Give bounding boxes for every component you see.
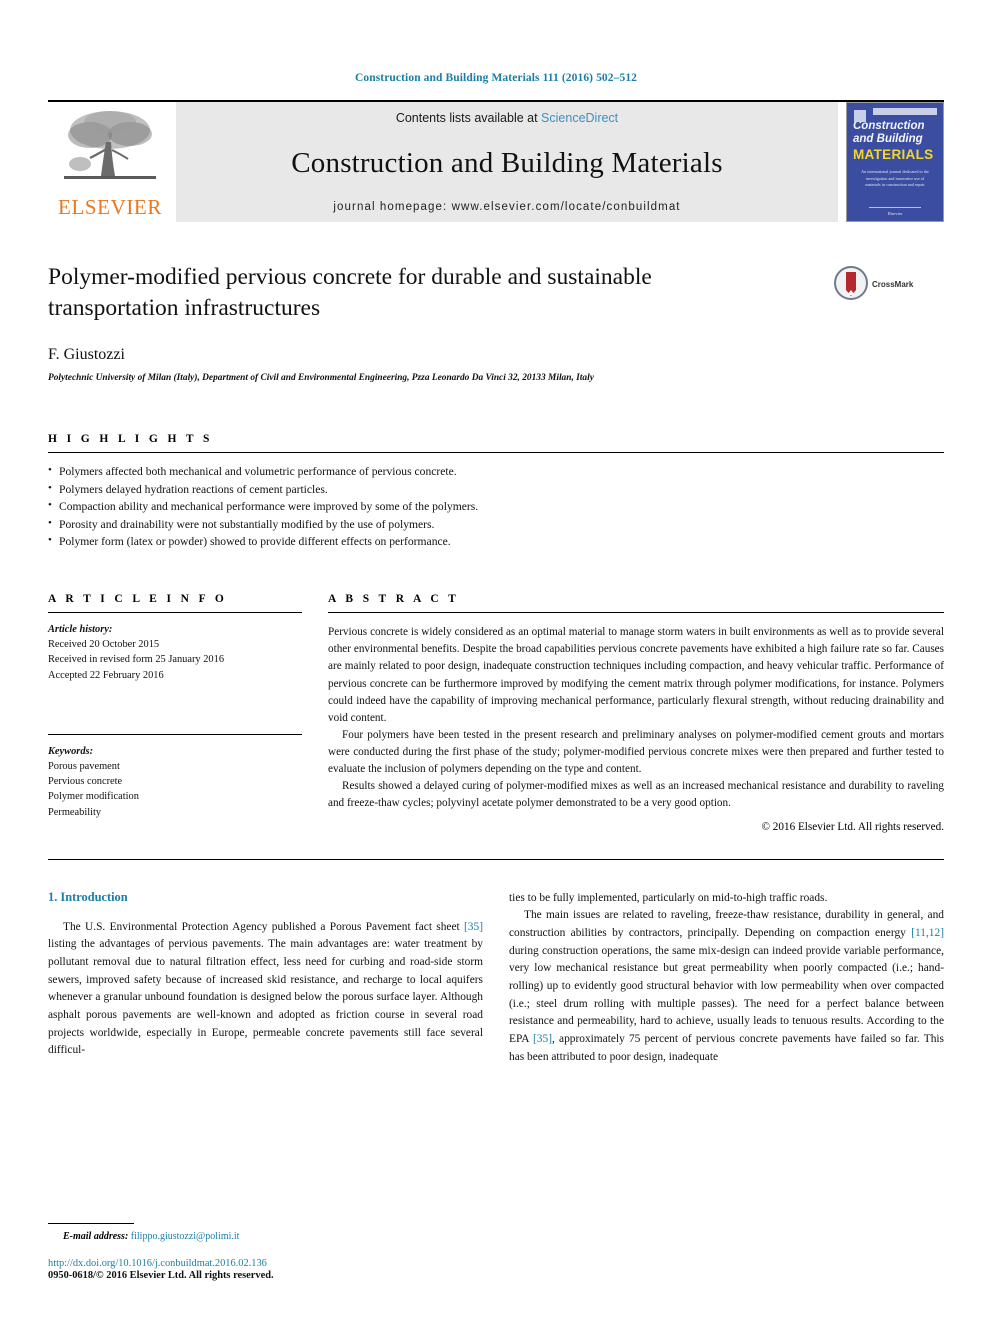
highlights-section: H I G H L I G H T S Polymers affected bo…: [48, 433, 944, 551]
cover-footer: Elsevier: [868, 207, 922, 216]
paper-page: Construction and Building Materials 111 …: [0, 0, 992, 1323]
running-head: Construction and Building Materials 111 …: [354, 72, 638, 84]
cover-line-3: MATERIALS: [853, 147, 934, 163]
abstract-paragraph: Pervious concrete is widely considered a…: [328, 626, 944, 724]
intro-text-b: listing the advantages of pervious pavem…: [48, 938, 483, 1057]
title-main: Polymer-modified pervious concrete for d…: [48, 262, 834, 383]
issn-copyright: 0950-0618/© 2016 Elsevier Ltd. All right…: [48, 1270, 274, 1281]
page-footer: E-mail address: filippo.giustozzi@polimi…: [48, 1223, 488, 1281]
elsevier-logo: ELSEVIER: [48, 102, 176, 222]
history-accepted: Accepted 22 February 2016: [48, 669, 164, 681]
abstract-heading: A B S T R A C T: [328, 593, 460, 606]
sciencedirect-link[interactable]: ScienceDirect: [541, 111, 618, 125]
cover-blurb: An international journal dedicated to th…: [861, 169, 929, 188]
intro-text-e: , approximately 75 percent of pervious c…: [509, 1033, 944, 1063]
body-columns: 1. Introduction The U.S. Environmental P…: [48, 890, 944, 1067]
keyword: Permeability: [48, 806, 102, 818]
cover-line-2: and Building: [853, 133, 923, 146]
keyword: Polymer modification: [48, 791, 139, 803]
history-received: Received 20 October 2015: [48, 639, 160, 651]
cover-elsevier-mark-icon: [854, 110, 866, 122]
article-info-heading: A R T I C L E I N F O: [48, 593, 228, 606]
abstract-column: A B S T R A C T Pervious concrete is wid…: [328, 593, 944, 833]
keywords-block: Keywords: Porous pavement Pervious concr…: [48, 744, 302, 820]
page-title: Polymer-modified pervious concrete for d…: [48, 264, 652, 322]
intro-text-a: The U.S. Environmental Protection Agency…: [63, 920, 465, 933]
citation-ref-11-12[interactable]: [11,12]: [911, 927, 944, 939]
list-item: Porosity and drainability were not subst…: [48, 515, 944, 534]
crossmark-label: CrossMark: [872, 280, 914, 289]
email-link[interactable]: filippo.giustozzi@polimi.it: [131, 1231, 240, 1242]
article-history-label: Article history:: [48, 624, 113, 636]
list-item: Polymers delayed hydration reactions of …: [48, 480, 944, 499]
elsevier-wordmark: ELSEVIER: [58, 195, 162, 219]
abstract-paragraph: Results showed a delayed curing of polym…: [328, 780, 944, 810]
crossmark-icon: [834, 266, 868, 305]
citation-ref-35-b[interactable]: [35]: [533, 1033, 552, 1045]
email-label: E-mail address:: [63, 1231, 129, 1242]
journal-cover-image: Construction and Building MATERIALS An i…: [846, 102, 944, 222]
article-info-divider: [48, 612, 302, 614]
intro-paragraph-left: The U.S. Environmental Protection Agency…: [48, 919, 483, 1060]
list-item: Compaction ability and mechanical perfor…: [48, 497, 944, 516]
elsevier-tree-icon: [60, 106, 160, 188]
crossmark-badge[interactable]: CrossMark: [834, 262, 944, 383]
keyword: Pervious concrete: [48, 776, 123, 788]
keywords-divider: [48, 733, 302, 735]
body-column-left: 1. Introduction The U.S. Environmental P…: [48, 890, 483, 1067]
contents-line: Contents lists available at ScienceDirec…: [396, 111, 618, 125]
abstract-body: Pervious concrete is widely considered a…: [328, 624, 944, 813]
journal-homepage-link[interactable]: journal homepage: www.elsevier.com/locat…: [333, 201, 680, 213]
masthead-center: Contents lists available at ScienceDirec…: [176, 102, 838, 222]
citation-ref-35[interactable]: [35]: [464, 921, 483, 933]
body-column-right: ties to be fully implemented, particular…: [509, 890, 944, 1067]
info-abstract-row: A R T I C L E I N F O Article history: R…: [48, 593, 944, 833]
doi-link[interactable]: http://dx.doi.org/10.1016/j.conbuildmat.…: [48, 1258, 488, 1269]
abstract-paragraph: Four polymers have been tested in the pr…: [328, 728, 944, 776]
highlights-divider: [48, 452, 944, 454]
author-name: F. Giustozzi: [48, 346, 125, 364]
keywords-label: Keywords:: [48, 745, 94, 757]
highlights-list: Polymers affected both mechanical and vo…: [48, 462, 944, 551]
intro-text-d: during construction operations, the same…: [509, 944, 944, 1045]
article-history: Article history: Received 20 October 201…: [48, 622, 302, 683]
cover-top-bar: [873, 108, 937, 115]
abstract-divider: [328, 612, 944, 614]
intro-text-c: The main issues are related to raveling,…: [509, 909, 944, 939]
article-info-column: A R T I C L E I N F O Article history: R…: [48, 593, 302, 833]
body-top-rule: [48, 858, 944, 860]
history-revised: Received in revised form 25 January 2016: [48, 654, 225, 666]
email-footnote: E-mail address: filippo.giustozzi@polimi…: [48, 1231, 488, 1242]
title-block: Polymer-modified pervious concrete for d…: [48, 262, 944, 383]
footnote-rule: [48, 1223, 134, 1224]
journal-masthead: ELSEVIER Contents lists available at Sci…: [48, 100, 944, 222]
contents-prefix: Contents lists available at: [395, 111, 542, 125]
list-item: Polymers affected both mechanical and vo…: [48, 462, 944, 481]
keyword: Porous pavement: [48, 761, 120, 773]
journal-title: Construction and Building Materials: [291, 146, 723, 179]
author-affiliation: Polytechnic University of Milan (Italy),…: [48, 373, 594, 384]
intro-paragraph-right: The main issues are related to raveling,…: [509, 907, 944, 1066]
list-item: Polymer form (latex or powder) showed to…: [48, 532, 944, 551]
highlights-heading: H I G H L I G H T S: [48, 433, 213, 446]
intro-continuation: ties to be fully implemented, particular…: [509, 891, 828, 904]
section-heading-introduction: 1. Introduction: [48, 889, 128, 904]
abstract-copyright: © 2016 Elsevier Ltd. All rights reserved…: [761, 820, 945, 833]
